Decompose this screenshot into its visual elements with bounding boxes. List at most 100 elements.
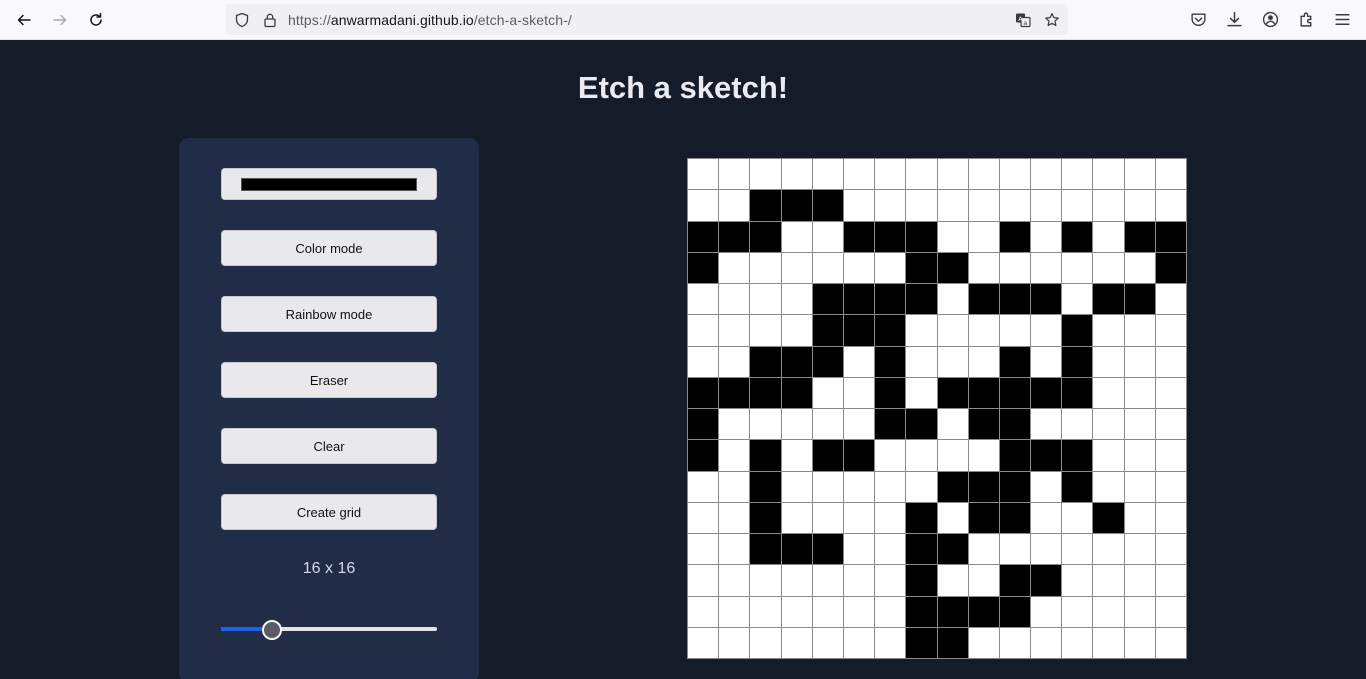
grid-cell[interactable] [1031, 565, 1062, 596]
grid-cell[interactable] [1093, 627, 1124, 658]
grid-cell[interactable] [1155, 159, 1186, 190]
grid-cell[interactable] [1155, 346, 1186, 377]
grid-cell[interactable] [1062, 221, 1093, 252]
grid-cell[interactable] [843, 190, 875, 221]
grid-cell[interactable] [812, 315, 843, 346]
grid-cell[interactable] [1062, 596, 1093, 627]
grid-cell[interactable] [1155, 252, 1186, 283]
grid-cell[interactable] [688, 315, 719, 346]
grid-cell[interactable] [1124, 284, 1155, 315]
grid-cell[interactable] [843, 409, 875, 440]
grid-cell[interactable] [875, 596, 906, 627]
grid-cell[interactable] [812, 159, 843, 190]
grid-cell[interactable] [781, 346, 812, 377]
grid-cell[interactable] [750, 346, 781, 377]
grid-cell[interactable] [812, 440, 843, 471]
grid-cell[interactable] [750, 565, 781, 596]
grid-cell[interactable] [1062, 346, 1093, 377]
grid-cell[interactable] [1031, 471, 1062, 502]
grid-cell[interactable] [812, 284, 843, 315]
grid-cell[interactable] [906, 190, 937, 221]
grid-cell[interactable] [688, 627, 719, 658]
grid-cell[interactable] [1031, 284, 1062, 315]
grid-cell[interactable] [968, 534, 999, 565]
grid-cell[interactable] [843, 534, 875, 565]
grid-cell[interactable] [1062, 627, 1093, 658]
grid-cell[interactable] [875, 627, 906, 658]
grid-cell[interactable] [875, 284, 906, 315]
grid-cell[interactable] [719, 471, 750, 502]
grid-cell[interactable] [968, 502, 999, 533]
grid-cell[interactable] [781, 409, 812, 440]
grid-cell[interactable] [1093, 346, 1124, 377]
grid-cell[interactable] [1031, 534, 1062, 565]
grid-cell[interactable] [1155, 596, 1186, 627]
grid-cell[interactable] [750, 159, 781, 190]
grid-cell[interactable] [781, 252, 812, 283]
grid-cell[interactable] [968, 190, 999, 221]
grid-cell[interactable] [1062, 252, 1093, 283]
grid-cell[interactable] [875, 190, 906, 221]
grid-cell[interactable] [719, 284, 750, 315]
grid-cell[interactable] [1124, 502, 1155, 533]
grid-cell[interactable] [937, 315, 968, 346]
grid-cell[interactable] [719, 221, 750, 252]
grid-cell[interactable] [688, 159, 719, 190]
grid-cell[interactable] [688, 190, 719, 221]
grid-cell[interactable] [906, 596, 937, 627]
grid-cell[interactable] [906, 627, 937, 658]
grid-cell[interactable] [1124, 346, 1155, 377]
address-bar[interactable]: https://anwarmadani.github.io/etch-a-ske… [226, 4, 1068, 35]
create-grid-button[interactable]: Create grid [221, 494, 437, 530]
grid-cell[interactable] [937, 471, 968, 502]
grid-cell[interactable] [1031, 627, 1062, 658]
grid-cell[interactable] [812, 409, 843, 440]
grid-cell[interactable] [750, 471, 781, 502]
grid-cell[interactable] [968, 377, 999, 408]
grid-cell[interactable] [906, 315, 937, 346]
grid-cell[interactable] [875, 502, 906, 533]
grid-cell[interactable] [1031, 221, 1062, 252]
grid-cell[interactable] [812, 252, 843, 283]
grid-cell[interactable] [812, 565, 843, 596]
grid-cell[interactable] [750, 409, 781, 440]
grid-cell[interactable] [843, 284, 875, 315]
grid-cell[interactable] [750, 596, 781, 627]
grid-cell[interactable] [906, 221, 937, 252]
grid-cell[interactable] [1093, 284, 1124, 315]
grid-cell[interactable] [937, 377, 968, 408]
grid-cell[interactable] [1093, 409, 1124, 440]
grid-cell[interactable] [968, 409, 999, 440]
grid-cell[interactable] [1093, 159, 1124, 190]
grid-cell[interactable] [1062, 565, 1093, 596]
clear-button[interactable]: Clear [221, 428, 437, 464]
grid-cell[interactable] [1124, 534, 1155, 565]
grid-cell[interactable] [999, 284, 1031, 315]
grid-cell[interactable] [719, 502, 750, 533]
eraser-button[interactable]: Eraser [221, 362, 437, 398]
grid-cell[interactable] [843, 596, 875, 627]
grid-cell[interactable] [781, 502, 812, 533]
grid-cell[interactable] [1093, 534, 1124, 565]
grid-cell[interactable] [781, 596, 812, 627]
grid-cell[interactable] [937, 627, 968, 658]
grid-cell[interactable] [1093, 221, 1124, 252]
grid-cell[interactable] [688, 346, 719, 377]
grid-cell[interactable] [843, 221, 875, 252]
grid-cell[interactable] [1062, 377, 1093, 408]
pocket-icon[interactable] [1188, 9, 1208, 29]
grid-cell[interactable] [843, 315, 875, 346]
grid-cell[interactable] [937, 409, 968, 440]
grid-cell[interactable] [843, 471, 875, 502]
grid-cell[interactable] [750, 190, 781, 221]
grid-cell[interactable] [750, 502, 781, 533]
grid-cell[interactable] [999, 190, 1031, 221]
grid-cell[interactable] [875, 377, 906, 408]
reload-icon[interactable] [82, 6, 110, 34]
grid-cell[interactable] [875, 440, 906, 471]
grid-cell[interactable] [750, 534, 781, 565]
grid-cell[interactable] [937, 440, 968, 471]
grid-cell[interactable] [719, 440, 750, 471]
grid-cell[interactable] [1155, 315, 1186, 346]
grid-cell[interactable] [750, 221, 781, 252]
